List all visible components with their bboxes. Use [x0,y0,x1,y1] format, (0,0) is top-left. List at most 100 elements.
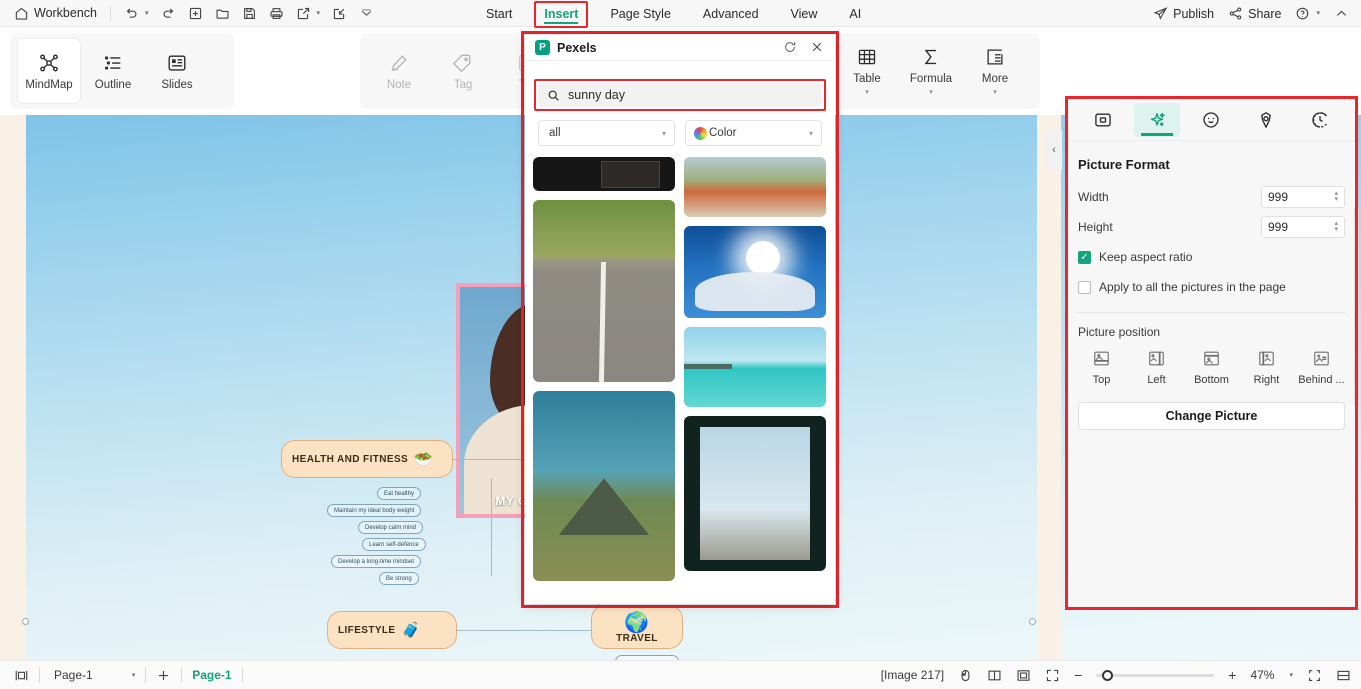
slides-button[interactable]: Slides [146,39,208,103]
history-tab[interactable] [1297,103,1343,137]
export-caret-icon[interactable]: ▾ [317,10,321,17]
position-right-button[interactable]: Right [1241,349,1293,386]
page-view-icon[interactable] [14,668,29,683]
help-caret-icon[interactable]: ▾ [1316,10,1320,17]
outline-button[interactable]: Outline [82,39,144,103]
keep-aspect-ratio-row[interactable]: ✓ Keep aspect ratio [1068,242,1355,272]
search-input[interactable]: sunny day [538,83,822,107]
result-framed-sky-photo[interactable] [684,416,826,571]
page-select[interactable]: Page-1 ▾ [50,668,135,682]
formula-caret-icon[interactable]: ▾ [929,89,933,96]
keep-aspect-ratio-checkbox[interactable]: ✓ [1078,250,1091,264]
zoom-slider[interactable] [1096,669,1215,681]
open-button[interactable] [209,3,236,24]
sticker-tab[interactable] [1243,103,1289,137]
width-stepper[interactable]: 999 ▴ ▾ [1261,186,1345,208]
width-stepper-arrows[interactable]: ▴ ▾ [1334,190,1338,203]
undo-caret-icon[interactable]: ▾ [145,10,149,17]
canvas-handle-bottom-right[interactable] [1029,618,1036,625]
tag-button[interactable]: Tag [432,39,494,103]
node-travel[interactable]: 🌍 TRAVEL [591,605,683,649]
save-button[interactable] [236,3,263,24]
node-health-and-fitness[interactable]: HEALTH AND FITNESS 🥗 [281,440,453,478]
position-bottom-button[interactable]: Bottom [1186,349,1238,386]
picture-format-tab[interactable] [1134,102,1181,137]
fullscreen-icon[interactable] [1045,668,1060,683]
menu-tab-insert[interactable]: Insert [528,2,594,26]
result-night-shop-photo[interactable] [533,157,675,191]
zoom-out-button[interactable]: − [1074,667,1082,683]
color-filter-select[interactable]: Color ▾ [685,120,822,146]
more-caret-icon[interactable]: ▾ [993,89,997,96]
mouse-mode-icon[interactable] [958,668,973,683]
fit-screen-icon[interactable] [1307,668,1322,683]
menu-tab-start[interactable]: Start [470,2,528,26]
apply-all-row[interactable]: Apply to all the pictures in the page [1068,272,1355,302]
subnode-long-time-mindset[interactable]: Develop a long-time mindset [331,555,422,568]
undo-button[interactable]: ▾ [118,3,155,24]
height-stepper[interactable]: 999 ▴ ▾ [1261,216,1345,238]
collapse-ribbon-button[interactable] [1328,3,1355,24]
more-insert-button[interactable]: More ▾ [964,39,1026,103]
refresh-icon[interactable] [783,40,798,55]
type-filter-select[interactable]: all ▾ [538,120,675,146]
result-sun-clouds-photo[interactable] [684,226,826,318]
fit-page-icon[interactable] [1016,668,1031,683]
position-left-button[interactable]: Left [1131,349,1183,386]
menu-tab-page-style[interactable]: Page Style [594,2,686,26]
zoom-slider-knob[interactable] [1102,669,1114,681]
table-button[interactable]: Table ▾ [836,39,898,103]
chevron-down-icon[interactable]: ▾ [132,672,136,679]
height-stepper-arrows[interactable]: ▴ ▾ [1334,220,1338,233]
subnode-self-defence[interactable]: Learn self-defence [362,538,426,551]
result-mountain-road-photo[interactable] [533,200,675,382]
position-behind-button[interactable]: Behind ... [1296,349,1348,386]
right-panel-scrollbar[interactable] [1354,207,1359,407]
result-volcano-desert-photo[interactable] [533,391,675,581]
collapse-panel-button[interactable]: ‹ [1046,130,1062,170]
subnode-eat-healthy[interactable]: Eat healthy [377,487,422,500]
stepper-down-icon[interactable]: ▾ [1334,196,1338,203]
formula-button[interactable]: Formula ▾ [900,39,962,103]
emoji-tab[interactable] [1188,103,1234,137]
menu-tab-ai[interactable]: AI [833,2,877,26]
close-icon[interactable] [810,40,825,55]
menu-tab-view[interactable]: View [775,2,834,26]
subnode-calm-mind[interactable]: Develop calm mind [358,521,424,534]
export-button[interactable]: ▾ [290,3,327,24]
zoom-in-button[interactable]: + [1228,667,1236,683]
note-button[interactable]: Note [368,39,430,103]
fit-width-icon[interactable] [1336,668,1351,683]
plus-icon[interactable] [156,668,171,683]
zoom-caret-icon[interactable]: ▾ [1289,672,1293,679]
menu-tab-advanced[interactable]: Advanced [687,2,775,26]
split-view-icon[interactable] [987,668,1002,683]
stepper-down-icon[interactable]: ▾ [1334,226,1338,233]
redo-button[interactable] [155,3,182,24]
workbench-button[interactable]: Workbench [8,3,103,24]
pexels-results-grid[interactable] [533,157,829,597]
publish-button[interactable]: Publish [1147,3,1220,24]
table-caret-icon[interactable]: ▾ [865,89,869,96]
share-button[interactable]: Share [1222,3,1287,24]
result-beach-bench-photo[interactable] [684,157,826,217]
right-panel[interactable]: Picture Format Width 999 ▴ ▾ Height 999 ▴… [1068,99,1359,607]
apply-all-checkbox[interactable] [1078,280,1091,294]
position-top-button[interactable]: Top [1076,349,1128,386]
mindmap-button[interactable]: MindMap [18,39,80,103]
change-picture-button[interactable]: Change Picture [1078,402,1345,430]
subnode-be-strong[interactable]: Be strong [379,572,419,585]
page-tab-active[interactable]: Page-1 [192,668,231,682]
new-button[interactable] [182,3,209,24]
subnode-ideal-weight[interactable]: Maintain my ideal body weight [327,504,422,517]
import-button[interactable] [326,3,353,24]
result-turquoise-sea-photo[interactable] [684,327,826,407]
canvas-handle-bottom-left[interactable] [22,618,29,625]
zoom-percent-label[interactable]: 47% [1250,668,1274,682]
node-lifestyle[interactable]: LIFESTYLE 🧳 [327,611,457,649]
help-button[interactable]: ▾ [1289,3,1326,24]
shape-format-tab[interactable] [1080,103,1126,137]
print-button[interactable] [263,3,290,24]
more-toolbar-button[interactable] [353,3,380,24]
pexels-dialog[interactable]: P Pexels sunny day all ▾ Color ▾ [525,35,835,604]
